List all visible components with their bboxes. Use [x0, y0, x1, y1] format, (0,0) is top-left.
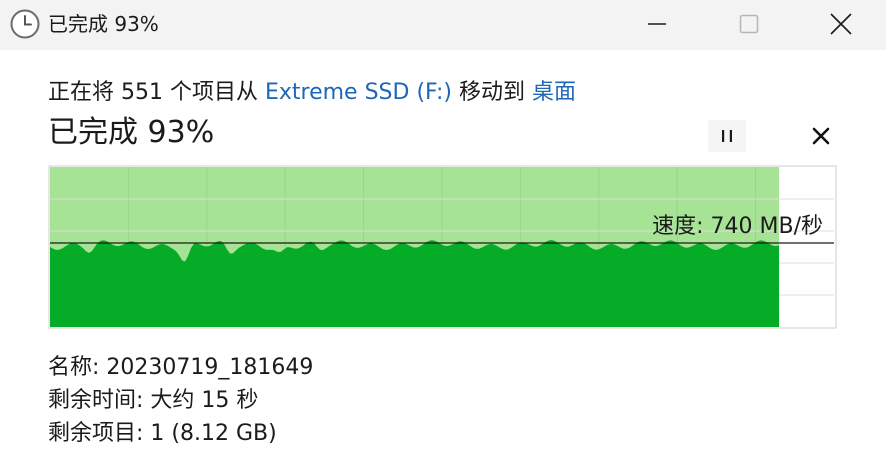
items-remaining-label: 剩余项目:	[48, 421, 144, 446]
minimize-icon	[648, 23, 666, 25]
minimize-button[interactable]	[614, 0, 700, 48]
transfer-speed-graph: 速度: 740 MB/秒	[48, 165, 837, 329]
details-panel: 名称: 20230719_181649 剩余时间: 大约 15 秒 剩余项目: …	[48, 351, 313, 450]
progress-title: 已完成 93%	[48, 115, 215, 150]
close-icon	[830, 13, 852, 35]
destination-link[interactable]: 桌面	[532, 80, 576, 105]
pause-icon	[722, 130, 732, 142]
name-value: 20230719_181649	[106, 355, 314, 380]
speed-history-area	[50, 240, 780, 327]
name-label: 名称:	[48, 355, 100, 380]
title-bar: 已完成 93%	[0, 0, 886, 50]
operation-middle: 移动到	[451, 80, 532, 105]
items-remaining-value: 1 (8.12 GB)	[150, 421, 277, 446]
time-remaining-label: 剩余时间:	[48, 388, 144, 413]
time-remaining-value: 大约 15 秒	[150, 388, 259, 413]
window-title: 已完成 93%	[48, 12, 159, 36]
items-remaining-row: 剩余项目: 1 (8.12 GB)	[48, 417, 313, 450]
maximize-button[interactable]	[706, 0, 792, 48]
cancel-icon	[812, 127, 830, 145]
operation-description: 正在将 551 个项目从 Extreme SSD (F:) 移动到 桌面	[48, 79, 576, 107]
name-row: 名称: 20230719_181649	[48, 351, 313, 384]
clock-icon	[10, 9, 40, 39]
close-button[interactable]	[798, 0, 884, 48]
speed-label: 速度: 740 MB/秒	[652, 214, 823, 239]
maximize-icon	[739, 14, 759, 34]
cancel-button[interactable]	[803, 120, 839, 152]
time-remaining-row: 剩余时间: 大约 15 秒	[48, 384, 313, 417]
operation-prefix: 正在将 551 个项目从	[48, 80, 265, 105]
pause-button[interactable]	[708, 120, 746, 152]
source-link[interactable]: Extreme SSD (F:)	[265, 80, 452, 105]
